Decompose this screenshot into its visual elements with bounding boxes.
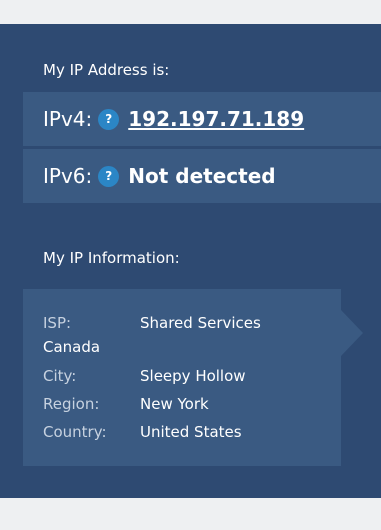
- isp-key: ISP:: [43, 314, 72, 332]
- city-key: City:: [43, 367, 77, 385]
- city-value: Sleepy Hollow: [140, 367, 246, 385]
- region-key: Region:: [43, 395, 100, 413]
- isp-value-continued: Canada: [43, 338, 101, 356]
- country-value: United States: [140, 423, 242, 441]
- ipv4-address-link[interactable]: 192.197.71.189: [128, 107, 304, 131]
- ipv4-help-icon[interactable]: ?: [98, 108, 120, 130]
- country-key: Country:: [43, 423, 107, 441]
- ip-information-heading: My IP Information:: [43, 249, 180, 267]
- ipv6-value: Not detected: [128, 164, 276, 188]
- ip-address-heading: My IP Address is:: [43, 61, 170, 79]
- ipv4-label: IPv4:: [43, 107, 93, 131]
- ipv4-row: IPv4: ? 192.197.71.189: [23, 92, 381, 146]
- ipv6-help-icon[interactable]: ?: [98, 165, 120, 187]
- isp-value: Shared Services: [140, 314, 261, 332]
- ipv6-label: IPv6:: [43, 164, 93, 188]
- ipv6-row: IPv6: ? Not detected: [23, 149, 381, 203]
- info-panel-pointer: [341, 310, 363, 356]
- region-value: New York: [140, 395, 209, 413]
